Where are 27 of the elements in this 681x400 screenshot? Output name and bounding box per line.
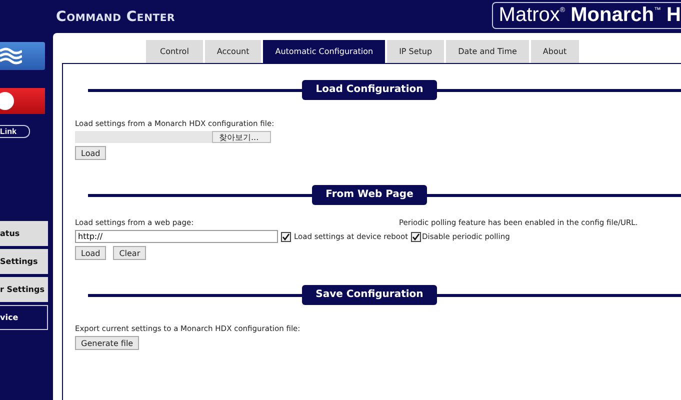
sidebar-menu-item[interactable]: r Settings [0, 277, 48, 302]
tab[interactable]: Automatic Configuration [263, 40, 386, 63]
logo: Matrox$^{®}$ Monarch$^{™}$ H [492, 2, 681, 29]
file-field[interactable]: 찾아보기... [75, 131, 271, 143]
action-button[interactable]: Load [75, 146, 106, 160]
waves-icon [0, 46, 22, 66]
section-title: Load Configuration [302, 80, 438, 100]
section-title: Save Configuration [302, 285, 438, 305]
link-button[interactable]: Link [0, 125, 30, 138]
app-title: Command Center [56, 8, 175, 24]
sidebar-menu-item[interactable]: vice [0, 305, 48, 330]
url-field[interactable]: http:// [75, 230, 278, 243]
section-title: From Web Page [312, 185, 428, 205]
waves-button[interactable] [0, 42, 45, 70]
circle-button[interactable] [0, 88, 45, 114]
action-button[interactable]: Clear [113, 246, 146, 260]
checkbox[interactable] [281, 232, 291, 242]
sidebar-menu-item[interactable]: atus [0, 221, 48, 246]
action-button[interactable]: Generate file [75, 336, 140, 350]
checkbox[interactable] [411, 232, 422, 242]
tab[interactable]: Account [204, 40, 262, 63]
tab[interactable]: IP Setup [387, 40, 444, 63]
tab[interactable]: Control [146, 40, 203, 63]
sidebar-menu-item[interactable]: Settings [0, 249, 48, 274]
tab[interactable]: About [530, 40, 579, 63]
action-button[interactable]: Load [75, 246, 106, 260]
tab[interactable]: Date and Time [446, 40, 529, 63]
